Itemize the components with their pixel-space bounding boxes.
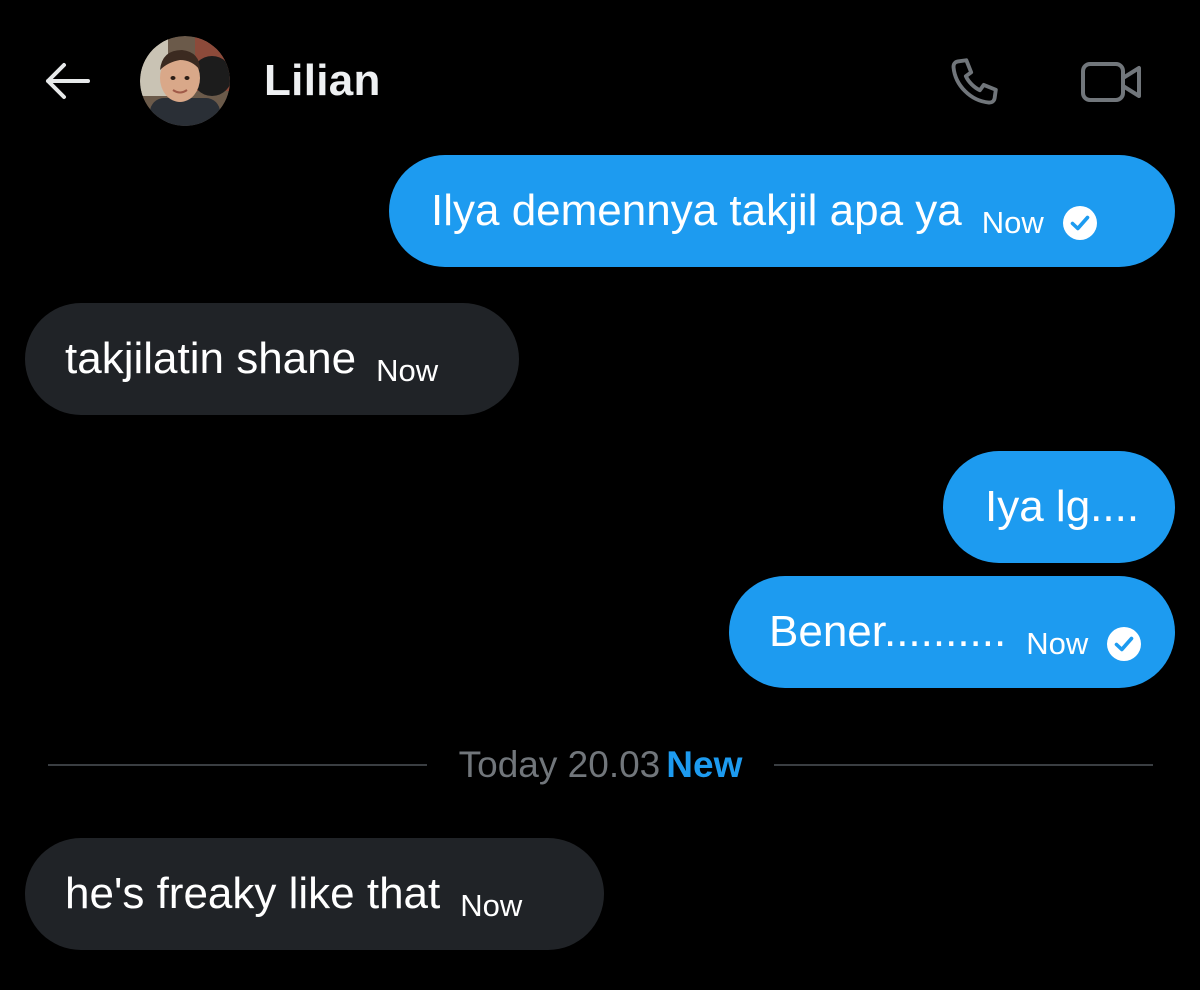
message-bubble-sent[interactable]: Iya lg....: [943, 451, 1175, 563]
avatar-photo: [140, 36, 230, 126]
avatar[interactable]: [140, 36, 230, 126]
message-bubble-received[interactable]: takjilatin shane Now: [25, 303, 519, 415]
divider-label: Today 20.03 New: [427, 744, 775, 786]
message-text: he's freaky like that: [65, 869, 441, 918]
message-timestamp: Now: [981, 205, 1044, 240]
read-check-icon: [1062, 206, 1097, 240]
message-timestamp: Now: [1026, 626, 1089, 661]
read-check-icon: [1107, 627, 1142, 661]
message-text: Ilya demennya takjil apa ya: [431, 186, 962, 235]
message-timestamp: Now: [376, 353, 439, 388]
message-bubble-sent[interactable]: Ilya demennya takjil apa ya Now: [389, 155, 1175, 267]
message-timestamp: Now: [460, 888, 523, 923]
message-bubble-received[interactable]: he's freaky like that Now: [25, 838, 604, 950]
message-text: Iya lg....: [985, 482, 1140, 531]
arrow-left-icon: [46, 63, 90, 99]
conversation-header: Lilian: [0, 0, 1200, 160]
call-button[interactable]: [944, 50, 1008, 114]
divider-line: [774, 764, 1153, 766]
message-text: takjilatin shane: [65, 334, 357, 383]
message-text: Bener..........: [769, 607, 1007, 656]
divider-date: Today 20.03: [458, 744, 661, 785]
video-call-button[interactable]: [1074, 50, 1148, 114]
divider-line: [48, 764, 427, 766]
message-bubble-sent[interactable]: Bener.......... Now: [729, 576, 1175, 688]
back-button[interactable]: [38, 52, 96, 110]
phone-icon: [951, 58, 998, 105]
new-badge: New: [666, 744, 743, 785]
contact-name[interactable]: Lilian: [264, 56, 381, 106]
date-divider: Today 20.03 New: [48, 740, 1153, 790]
video-camera-icon: [1081, 62, 1141, 102]
